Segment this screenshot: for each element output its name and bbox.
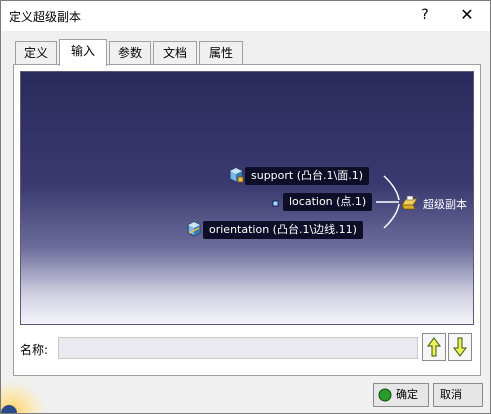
ok-icon <box>378 388 392 402</box>
graph-node-support[interactable]: support (凸台.1\面.1) <box>245 167 370 185</box>
ok-label: 确定 <box>396 388 418 401</box>
tab-parameters[interactable]: 参数 <box>109 41 151 65</box>
close-button[interactable]: ✕ <box>453 3 481 27</box>
decorative-glow <box>1 373 51 413</box>
powercopy-folder-icon <box>401 195 418 210</box>
title-bar: 定义超级副本 ? ✕ <box>1 1 490 31</box>
window-title: 定义超级副本 <box>9 10 82 24</box>
move-up-button[interactable] <box>422 333 446 361</box>
move-down-button[interactable] <box>448 333 472 361</box>
link-orientation <box>383 203 400 229</box>
tab-documents[interactable]: 文档 <box>153 41 197 65</box>
help-button[interactable]: ? <box>411 3 439 27</box>
arrow-down-icon <box>453 337 467 357</box>
face-feature-icon <box>229 167 244 183</box>
tab-definition[interactable]: 定义 <box>15 41 57 65</box>
name-input[interactable] <box>58 337 418 359</box>
edge-feature-icon <box>187 221 201 237</box>
tab-inputs[interactable]: 输入 <box>59 39 107 66</box>
dialog-window: 定义超级副本 ? ✕ 定义 输入 参数 文档 属性 support (凸台.1\… <box>0 0 491 414</box>
graph-node-location[interactable]: location (点.1) <box>283 193 373 211</box>
graph-node-orientation[interactable]: orientation (凸台.1\边线.11) <box>203 221 363 239</box>
ok-button[interactable]: 确定 <box>373 383 429 407</box>
graph-root-label[interactable]: 超级副本 <box>423 196 467 212</box>
input-graph-canvas: support (凸台.1\面.1) location (点.1) orient… <box>20 71 474 325</box>
cancel-label: 取消 <box>440 388 462 401</box>
name-label: 名称: <box>20 343 49 357</box>
arrow-up-icon <box>427 337 441 357</box>
link-support <box>383 175 400 201</box>
cancel-button[interactable]: 取消 <box>433 383 483 407</box>
tab-properties[interactable]: 属性 <box>199 41 243 65</box>
inputs-panel: support (凸台.1\面.1) location (点.1) orient… <box>13 64 481 376</box>
